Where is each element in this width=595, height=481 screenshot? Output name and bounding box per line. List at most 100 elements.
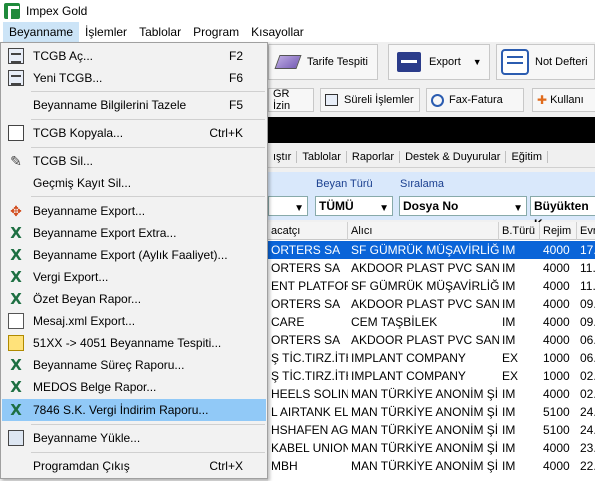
- siralama-select[interactable]: Dosya No ▼: [399, 196, 527, 216]
- table-row[interactable]: KABEL UNION MAN TÜRKİYE ANONİM ŞİRK IM 4000…: [268, 439, 595, 457]
- table-cell: 4000: [543, 297, 570, 311]
- menu-item-gecmis-kayit-sil[interactable]: Geçmiş Kayıt Sil...: [2, 172, 266, 194]
- table-cell: Ş TİC.TIRZ.İTH: [271, 351, 348, 365]
- table-row[interactable]: ORTERS SA AKDOOR PLAST PVC SAN VEIM 4000 09…: [268, 295, 595, 313]
- menu-item-beyanname-export[interactable]: ✥ Beyanname Export...: [2, 200, 266, 222]
- menu-item-export-aylik[interactable]: X Beyanname Export (Aylık Faaliyet)...: [2, 244, 266, 266]
- menu-separator: [31, 119, 265, 120]
- menu-item-7846-vergi-indirim[interactable]: X 7846 S.K. Vergi İndirim Raporu...: [2, 399, 266, 421]
- tab-paylasim[interactable]: ıştır: [268, 150, 298, 163]
- table-cell: 4000: [543, 333, 570, 347]
- export-button[interactable]: Export ▼: [388, 44, 490, 80]
- filter-partial-select[interactable]: ▼: [268, 196, 308, 216]
- table-cell: IMPLANT COMPANY: [351, 351, 466, 365]
- menu-item-label: Mesaj.xml Export...: [33, 314, 136, 328]
- fax-icon: [431, 93, 444, 107]
- menu-beyanname[interactable]: Beyanname: [3, 22, 80, 42]
- beyan-turu-select[interactable]: TÜMÜ ▼: [315, 196, 393, 216]
- not-defteri-button[interactable]: Not Defteri: [496, 44, 595, 80]
- grid-header: acatçı Alıcı B.Türü Rejim Evr: [268, 222, 595, 240]
- table-row[interactable]: CARE CEM TAŞBİLEK IM 4000 09.: [268, 313, 595, 331]
- column-header-ihracatci[interactable]: acatçı: [268, 222, 348, 240]
- tab-egitim[interactable]: Eğitim: [506, 150, 548, 163]
- excel-icon: X: [10, 378, 22, 396]
- menu-item-surec-raporu[interactable]: X Beyanname Süreç Raporu...: [2, 354, 266, 376]
- menu-item-label: Beyanname Yükle...: [33, 431, 141, 445]
- table-cell: 22.: [580, 459, 595, 473]
- eraser-icon: [274, 55, 302, 69]
- table-row[interactable]: HEELS SOLINGMAN TÜRKİYE ANONİM ŞİRKIM 400…: [268, 385, 595, 403]
- sureli-islemler-button[interactable]: Süreli İşlemler: [320, 88, 420, 112]
- menu-item-export-extra[interactable]: X Beyanname Export Extra...: [2, 222, 266, 244]
- excel-icon: X: [10, 246, 22, 264]
- tarife-tespiti-button[interactable]: Tarife Tespiti: [268, 44, 378, 80]
- table-row[interactable]: ORTERS SA SF GÜMRÜK MÜŞAVİRLİĞİ L IM 4000 17…: [268, 241, 595, 259]
- table-cell: ORTERS SA: [271, 333, 341, 347]
- menu-item-vergi-export[interactable]: X Vergi Export...: [2, 266, 266, 288]
- menu-program[interactable]: Program: [187, 22, 245, 42]
- gr-izin-button[interactable]: GR İzin: [268, 88, 314, 112]
- menu-item-bilgileri-tazele[interactable]: Beyanname Bilgilerini Tazele F5: [2, 94, 266, 116]
- table-cell: MBH: [271, 459, 298, 473]
- fax-fatura-button[interactable]: Fax-Fatura: [426, 88, 524, 112]
- menu-separator: [31, 147, 265, 148]
- menu-kisayollar[interactable]: Kısayollar: [245, 22, 310, 42]
- table-row[interactable]: ENT PLATFORMSF GÜMRÜK MÜŞAVİRLİĞİ LIM 400…: [268, 277, 595, 295]
- delete-icon: ✎: [10, 153, 22, 169]
- menu-item-tcgb-sil[interactable]: ✎ TCGB Sil...: [2, 150, 266, 172]
- table-row[interactable]: ORTERS SA AKDOOR PLAST PVC SAN VEIM 4000 11…: [268, 259, 595, 277]
- menu-item-ozet-beyan[interactable]: X Özet Beyan Rapor...: [2, 288, 266, 310]
- menu-item-51xx-tespit[interactable]: 51XX -> 4051 Beyanname Tespiti...: [2, 332, 266, 354]
- menu-islemler[interactable]: İşlemler: [79, 22, 133, 42]
- tab-tablolar[interactable]: Tablolar: [297, 150, 347, 163]
- table-row[interactable]: ORTERS SA AKDOOR PLAST PVC SAN VEIM 4000 06…: [268, 331, 595, 349]
- column-header-rejim[interactable]: Rejim: [540, 222, 577, 240]
- column-header-evrak[interactable]: Evr: [577, 222, 595, 240]
- menu-item-beyanname-yukle[interactable]: Beyanname Yükle...: [2, 427, 266, 449]
- kullanici-button[interactable]: ✚ Kullanı: [532, 88, 595, 112]
- menu-item-label: 7846 S.K. Vergi İndirim Raporu...: [33, 403, 209, 417]
- table-cell: KABEL UNION: [271, 441, 348, 455]
- filter-bar: ▼ Beyan Türü TÜMÜ ▼ Sıralama Dosya No ▼ …: [268, 172, 595, 231]
- menu-item-label: MEDOS Belge Rapor...: [33, 380, 157, 394]
- table-cell: 4000: [543, 459, 570, 473]
- table-cell: HEELS SOLING: [271, 387, 348, 401]
- chevron-down-icon: ▼: [379, 203, 389, 214]
- table-cell: 4000: [543, 261, 570, 275]
- menu-item-label: TCGB Aç...: [33, 49, 94, 63]
- beyanname-menu: TCGB Aç... F2 Yeni TCGB... F6 Beyanname …: [0, 42, 268, 479]
- table-cell: 4000: [543, 387, 570, 401]
- table-row[interactable]: MBH MAN TÜRKİYE ANONİM ŞİRKIM 4000 22.: [268, 457, 595, 475]
- menu-item-medos-rapor[interactable]: X MEDOS Belge Rapor...: [2, 376, 266, 398]
- sureli-islemler-label: Süreli İşlemler: [344, 94, 414, 106]
- tarife-tespiti-label: Tarife Tespiti: [307, 56, 368, 68]
- menu-item-mesaj-xml[interactable]: Mesaj.xml Export...: [2, 310, 266, 332]
- table-row[interactable]: Ş TİC.TIRZ.İTHIMPLANT COMPANY EX 1000 02.: [268, 367, 595, 385]
- menu-item-shortcut: Ctrl+X: [209, 459, 243, 473]
- menu-item-yeni-tcgb[interactable]: Yeni TCGB... F6: [2, 67, 266, 89]
- menu-tablolar[interactable]: Tablolar: [133, 22, 187, 42]
- tab-destek[interactable]: Destek & Duyurular: [400, 150, 507, 163]
- table-cell: ENT PLATFORM: [271, 279, 348, 293]
- secondary-toolbar: GR İzin Süreli İşlemler Fax-Fatura ✚ Kul…: [268, 88, 595, 116]
- menu-item-tcgb-kopyala[interactable]: TCGB Kopyala... Ctrl+K: [2, 122, 266, 144]
- beyan-turu-value: TÜMÜ: [319, 199, 354, 213]
- excel-icon: X: [10, 268, 22, 286]
- search-doc-icon: [8, 335, 24, 351]
- order-select[interactable]: Büyükten K: [530, 196, 595, 231]
- table-row[interactable]: Ş TİC.TIRZ.İTHIMPLANT COMPANY EX 1000 06.: [268, 349, 595, 367]
- column-header-b-turu[interactable]: B.Türü: [499, 222, 540, 240]
- table-cell: 24.: [580, 423, 595, 437]
- table-row[interactable]: HSHAFEN AG MAN TÜRKİYE ANONİM ŞİRK IM 5100 2…: [268, 421, 595, 439]
- menu-item-programdan-cikis[interactable]: Programdan Çıkış Ctrl+X: [2, 455, 266, 477]
- siralama-label: Sıralama: [400, 178, 445, 190]
- tab-raporlar[interactable]: Raporlar: [347, 150, 401, 163]
- table-cell: EX: [502, 369, 519, 383]
- menu-item-shortcut: Ctrl+K: [209, 126, 243, 140]
- column-header-alici[interactable]: Alıcı: [348, 222, 499, 240]
- fax-fatura-label: Fax-Fatura: [449, 94, 503, 106]
- table-cell: 02.: [580, 369, 595, 383]
- table-cell: 4000: [543, 243, 570, 257]
- menu-item-tcgb-ac[interactable]: TCGB Aç... F2: [2, 45, 266, 67]
- table-row[interactable]: L AIRTANK ELTIMAN TÜRKİYE ANONİM ŞİRKIM 5…: [268, 403, 595, 421]
